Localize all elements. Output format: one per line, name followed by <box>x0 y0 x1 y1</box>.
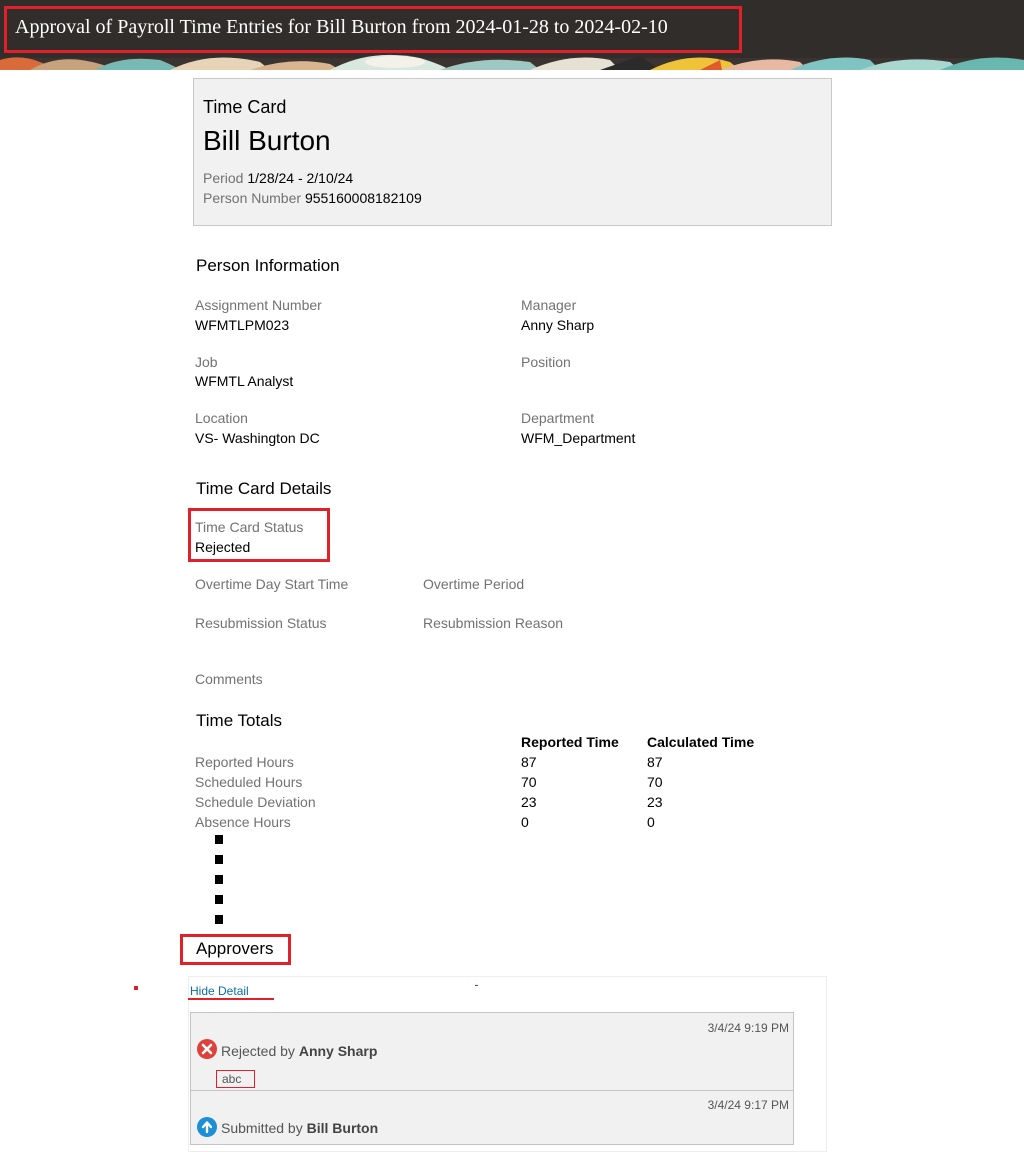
calculated-time-column-header: Calculated Time <box>647 734 755 750</box>
time-card-status-label: Time Card Status <box>195 519 304 535</box>
hide-detail-underline <box>188 998 274 1000</box>
manager-value: Anny Sharp <box>521 317 595 333</box>
time-totals-heading: Time Totals <box>196 711 282 730</box>
time-card-header: Time Card Bill Burton Period 1/28/24 - 2… <box>193 78 832 226</box>
reported-time-column-header: Reported Time <box>521 734 619 750</box>
entry-action: Submitted by <box>221 1120 303 1136</box>
totals-row-label: Scheduled Hours <box>195 774 303 790</box>
ellipsis-dot <box>215 855 223 864</box>
entry-action: Rejected by <box>221 1043 295 1059</box>
person-information-heading: Person Information <box>196 256 340 275</box>
red-marker-dot <box>134 986 138 990</box>
approval-history-entry: 3/4/24 9:19 PM Rejected by Anny Sharp ab… <box>190 1012 794 1091</box>
totals-row-label: Reported Hours <box>195 754 294 770</box>
ellipsis-dot <box>215 895 223 904</box>
position-label: Position <box>521 354 571 370</box>
title-highlight-box <box>4 6 742 53</box>
person-number-label: Person Number <box>203 190 302 206</box>
period-label: Period <box>203 170 244 186</box>
time-card-label: Time Card <box>203 97 287 117</box>
job-label: Job <box>195 354 218 370</box>
ellipsis-dot <box>215 835 223 844</box>
totals-row-label: Schedule Deviation <box>195 794 316 810</box>
time-card-details-heading: Time Card Details <box>196 479 332 498</box>
person-number-value: 955160008182109 <box>304 190 422 206</box>
time-card-status-value: Rejected <box>195 539 251 555</box>
person-number-row: Person Number 955160008182109 <box>203 190 422 206</box>
resubmission-status-label: Resubmission Status <box>195 615 327 631</box>
rejected-x-icon <box>197 1039 217 1059</box>
entry-timestamp: 3/4/24 9:17 PM <box>707 1098 789 1112</box>
totals-reported-value: 87 <box>521 754 537 770</box>
ellipsis-dot <box>215 915 223 924</box>
period-value: 1/28/24 - 2/10/24 <box>247 170 354 186</box>
overtime-period-label: Overtime Period <box>423 576 525 592</box>
totals-reported-value: 70 <box>521 774 537 790</box>
approval-history-entry: 3/4/24 9:17 PM Submitted by Bill Burton <box>190 1090 794 1145</box>
department-value: WFM_Department <box>521 430 636 446</box>
period-row: Period 1/28/24 - 2/10/24 <box>203 170 353 186</box>
assignment-number-value: WFMTLPM023 <box>195 317 290 333</box>
hide-detail-link[interactable]: Hide Detail <box>190 984 249 998</box>
ellipsis-dot <box>215 875 223 884</box>
totals-calculated-value: 70 <box>647 774 663 790</box>
resubmission-reason-label: Resubmission Reason <box>423 615 564 631</box>
entry-comment: abc <box>216 1070 255 1088</box>
approvers-heading: Approvers <box>196 939 274 958</box>
totals-calculated-value: 23 <box>647 794 663 810</box>
comments-label: Comments <box>195 671 263 687</box>
entry-person: Anny Sharp <box>298 1043 378 1059</box>
employee-name: Bill Burton <box>203 125 331 156</box>
totals-reported-value: 0 <box>521 814 529 830</box>
location-value: VS- Washington DC <box>195 430 320 446</box>
location-label: Location <box>195 410 248 426</box>
entry-description: Rejected by Anny Sharp <box>221 1043 377 1059</box>
entry-description: Submitted by Bill Burton <box>221 1120 378 1136</box>
totals-calculated-value: 0 <box>647 814 655 830</box>
job-value: WFMTL Analyst <box>195 373 294 389</box>
manager-label: Manager <box>521 297 577 313</box>
submitted-arrow-icon <box>197 1117 217 1137</box>
totals-calculated-value: 87 <box>647 754 663 770</box>
totals-reported-value: 23 <box>521 794 537 810</box>
department-label: Department <box>521 410 595 426</box>
entry-person: Bill Burton <box>306 1120 379 1136</box>
assignment-number-label: Assignment Number <box>195 297 322 313</box>
entry-timestamp: 3/4/24 9:19 PM <box>707 1021 789 1035</box>
overtime-day-start-label: Overtime Day Start Time <box>195 576 349 592</box>
totals-row-label: Absence Hours <box>195 814 291 830</box>
